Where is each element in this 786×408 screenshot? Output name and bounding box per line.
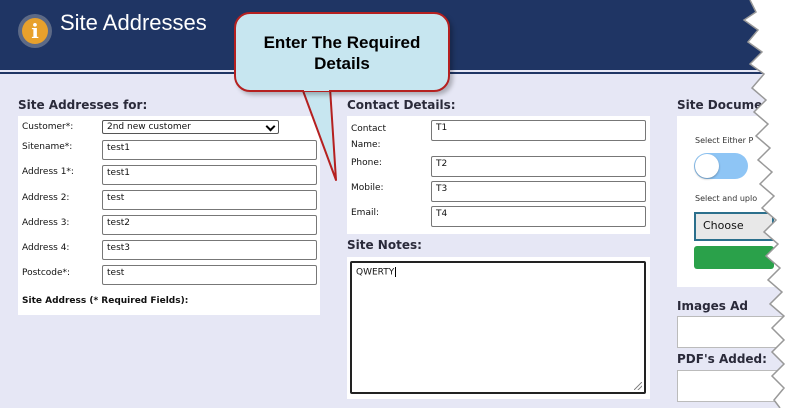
site-documents-panel: Select Either P Select and uplo Choose — [677, 116, 786, 287]
postcode-label: Postcode*: — [22, 268, 71, 278]
images-added-box — [677, 316, 786, 348]
page-title: Site Addresses — [60, 10, 207, 35]
address3-label: Address 3: — [22, 218, 70, 228]
select-either-text: Select Either P — [695, 136, 754, 145]
resize-handle-icon[interactable] — [634, 382, 642, 390]
site-notes-textarea[interactable]: QWERTY — [350, 261, 646, 394]
images-added-heading: Images Ad — [677, 299, 748, 313]
select-upload-text: Select and uplo — [695, 194, 758, 203]
site-notes-value: QWERTY — [356, 267, 395, 278]
customer-select-value: 2nd new customer — [107, 122, 191, 132]
sitename-input[interactable]: test1 — [102, 140, 317, 160]
mobile-label: Mobile: — [351, 183, 384, 193]
site-addresses-heading: Site Addresses for: — [18, 98, 148, 112]
required-fields-note: Site Address (* Required Fields): — [22, 296, 189, 306]
choose-file-button[interactable]: Choose — [694, 212, 774, 241]
customer-select[interactable]: 2nd new customer — [102, 120, 279, 134]
info-icon: i — [18, 14, 52, 48]
address2-input[interactable]: test — [102, 190, 317, 210]
customer-label: Customer*: — [22, 122, 74, 132]
mobile-input[interactable]: T3 — [431, 181, 646, 202]
email-input[interactable]: T4 — [431, 206, 646, 227]
sitename-label: Sitename*: — [22, 142, 73, 152]
email-label: Email: — [351, 208, 380, 218]
toggle-knob — [695, 154, 719, 178]
phone-label: Phone: — [351, 158, 382, 168]
site-notes-heading: Site Notes: — [347, 238, 422, 252]
address1-input[interactable]: test1 — [102, 165, 317, 185]
text-cursor — [395, 267, 397, 277]
address2-label: Address 2: — [22, 193, 70, 203]
contact-details-heading: Contact Details: — [347, 98, 456, 112]
chevron-down-icon — [266, 123, 274, 131]
contact-name-input[interactable]: T1 — [431, 120, 646, 141]
postcode-input[interactable]: test — [102, 265, 317, 285]
site-notes-panel: QWERTY — [347, 257, 650, 399]
address4-input[interactable]: test3 — [102, 240, 317, 260]
site-documents-heading: Site Documer — [677, 98, 769, 112]
address1-label: Address 1*: — [22, 167, 74, 177]
upload-button[interactable] — [694, 246, 774, 269]
callout-text: Enter The Required Details — [263, 33, 421, 73]
address4-label: Address 4: — [22, 243, 70, 253]
address3-input[interactable]: test2 — [102, 215, 317, 235]
contact-details-panel: Contact Name: T1 Phone: T2 Mobile: T3 Em… — [347, 116, 650, 234]
pdfs-added-heading: PDF's Added: — [677, 352, 767, 366]
contact-name-label: Contact Name: — [351, 124, 387, 150]
site-addresses-panel: Customer*: 2nd new customer Sitename*: t… — [18, 116, 320, 315]
pdfs-added-box — [677, 370, 786, 402]
phone-input[interactable]: T2 — [431, 156, 646, 177]
document-type-toggle[interactable] — [694, 153, 748, 179]
callout-bubble: Enter The Required Details — [234, 12, 450, 92]
